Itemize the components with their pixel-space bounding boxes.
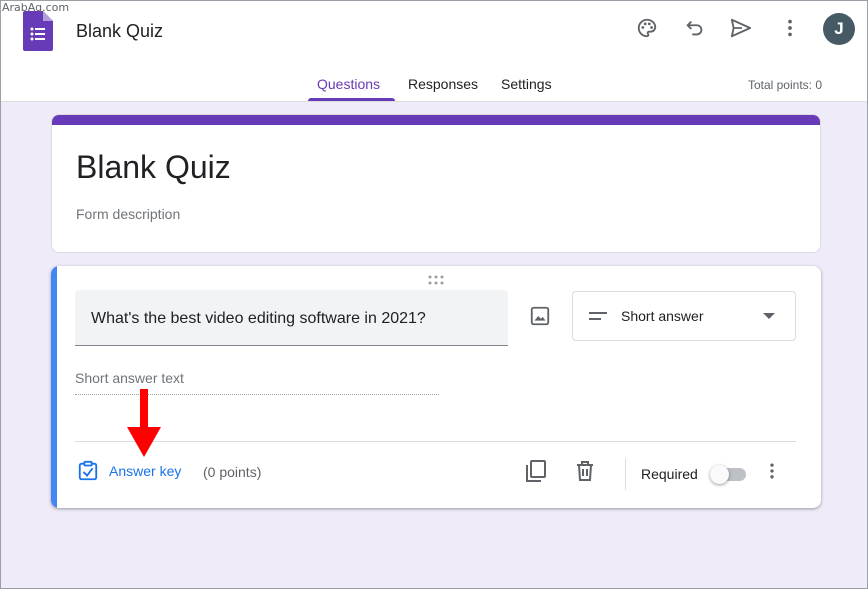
duplicate-icon[interactable] <box>523 458 549 484</box>
question-input[interactable]: What's the best video editing software i… <box>75 290 508 346</box>
tab-bar: Questions Responses Settings Total point… <box>1 71 867 102</box>
active-tab-indicator <box>308 98 395 101</box>
question-type-dropdown[interactable]: Short answer <box>572 291 796 341</box>
short-answer-icon <box>589 312 607 320</box>
undo-icon[interactable] <box>680 13 710 43</box>
tab-settings[interactable]: Settings <box>491 76 562 102</box>
card-divider <box>75 441 796 442</box>
points-value: (0 points) <box>203 464 262 480</box>
form-title[interactable]: Blank Quiz <box>76 149 231 186</box>
send-icon[interactable] <box>726 13 756 43</box>
title-card[interactable]: Blank Quiz Form description <box>51 114 821 253</box>
question-type-label: Short answer <box>621 308 704 324</box>
tab-responses[interactable]: Responses <box>398 76 488 102</box>
document-title[interactable]: Blank Quiz <box>76 21 163 42</box>
annotation-arrow <box>127 389 161 457</box>
watermark: ArabAq.com <box>2 1 70 14</box>
title-card-accent <box>52 115 820 125</box>
required-toggle[interactable] <box>710 465 748 484</box>
chevron-down-icon <box>763 313 775 319</box>
form-description-field[interactable]: Form description <box>76 206 180 222</box>
more-options-icon[interactable] <box>759 458 785 484</box>
answer-key-label: Answer key <box>109 463 182 479</box>
answer-key-icon <box>78 460 98 481</box>
image-icon[interactable] <box>526 302 554 330</box>
avatar[interactable]: J <box>823 13 855 45</box>
palette-icon[interactable] <box>632 13 662 43</box>
more-vert-icon[interactable] <box>775 13 805 43</box>
delete-icon[interactable] <box>572 458 598 484</box>
required-label: Required <box>641 466 698 482</box>
app-header: Blank Quiz J Questions Responses Setting… <box>1 1 867 102</box>
drag-handle-icon[interactable] <box>426 274 446 286</box>
toggle-thumb <box>710 465 729 484</box>
question-card[interactable]: What's the best video editing software i… <box>51 266 821 508</box>
answer-key-button[interactable]: Answer key <box>77 459 181 483</box>
footer-separator <box>625 458 626 490</box>
total-points: Total points: 0 <box>747 78 822 92</box>
google-forms-logo[interactable] <box>23 11 53 51</box>
question-card-accent <box>51 266 57 508</box>
